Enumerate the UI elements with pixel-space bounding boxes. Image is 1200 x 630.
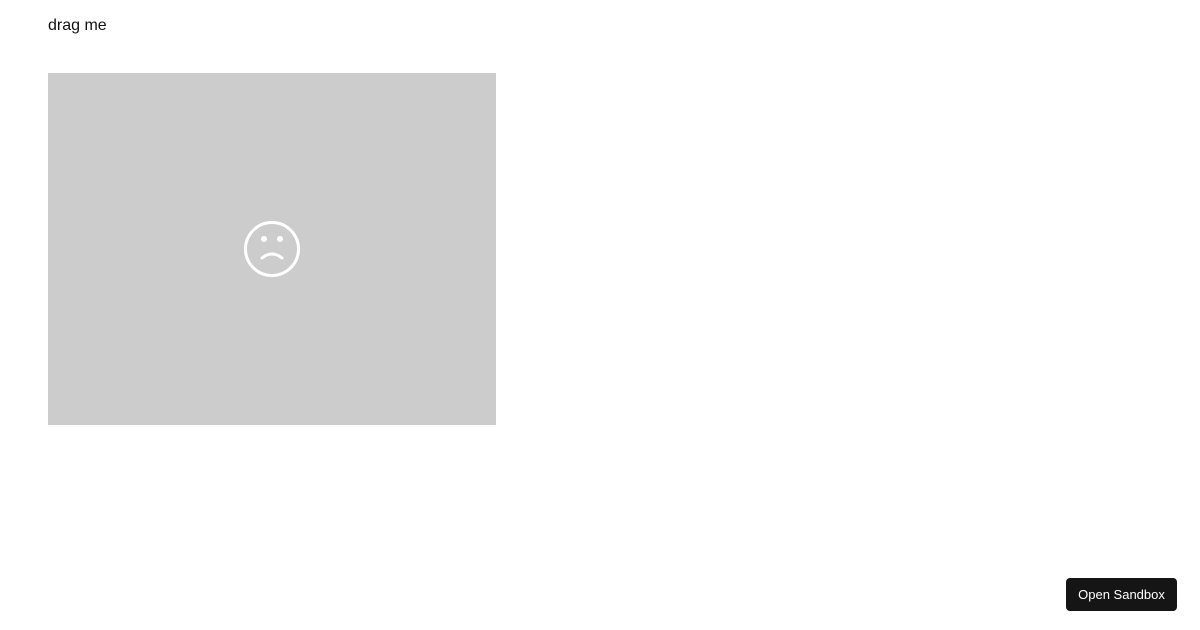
sad-face-icon [244,221,300,277]
drag-me-label[interactable]: drag me [48,16,107,36]
page: drag me Open Sandbox [0,0,1200,630]
open-sandbox-button[interactable]: Open Sandbox [1066,578,1177,611]
image-placeholder [48,73,496,425]
